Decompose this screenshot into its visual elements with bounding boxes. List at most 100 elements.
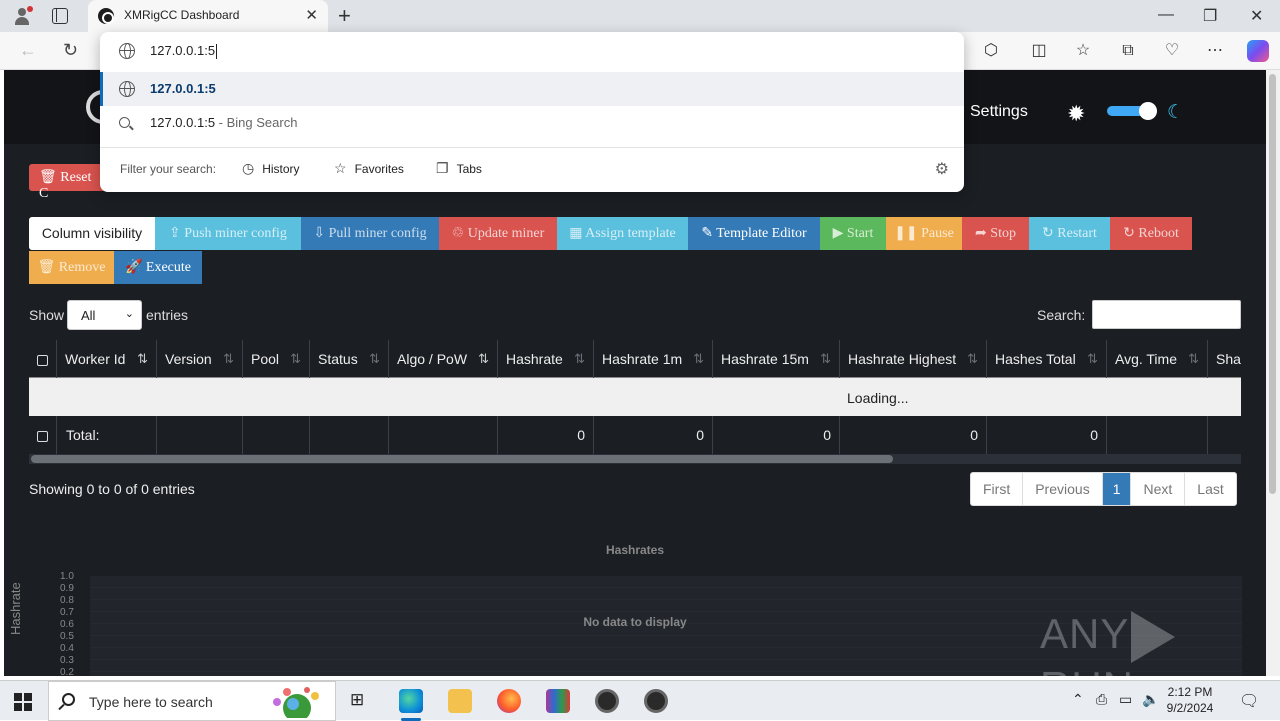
total-cell [1106, 416, 1207, 454]
file-explorer-icon[interactable] [448, 689, 472, 713]
col-algo-pow[interactable]: Algo / PoW ⇅ [388, 340, 497, 378]
performance-icon[interactable]: ♡ [1162, 41, 1182, 61]
entries-select[interactable]: All ⌄ [67, 300, 142, 330]
select-all-checkbox[interactable] [29, 340, 56, 378]
reboot-button[interactable]: ↻ Reboot [1110, 217, 1192, 250]
total-label: Total: [56, 416, 156, 454]
template-editor-button[interactable]: ✎ Template Editor [688, 217, 820, 250]
trash-icon: 🗑 [39, 170, 57, 185]
column-visibility-button[interactable]: Column visibility [29, 217, 155, 250]
copilot-icon[interactable] [1247, 40, 1269, 62]
search-icon [119, 117, 130, 128]
y-tick: 0.3 [60, 655, 74, 666]
col-version[interactable]: Version ⇅ [156, 340, 242, 378]
more-icon[interactable]: ⋯ [1205, 41, 1225, 61]
col-avg-time[interactable]: Avg. Time ⇅ [1106, 340, 1207, 378]
page-1[interactable]: 1 [1102, 473, 1132, 505]
table-info: Showing 0 to 0 of 0 entries [29, 481, 195, 497]
stop-button[interactable]: ➦ Stop [962, 217, 1029, 250]
col-hashes-total[interactable]: Hashes Total ⇅ [986, 340, 1106, 378]
remove-button[interactable]: 🗑 Remove [29, 251, 114, 284]
execute-button[interactable]: 🚀 Execute [114, 251, 202, 284]
page-last[interactable]: Last [1185, 473, 1235, 505]
col-hashrate-1m[interactable]: Hashrate 1m ⇅ [593, 340, 712, 378]
chevron-up-icon[interactable]: ⌃ [1072, 691, 1084, 708]
split-screen-icon[interactable]: ◫ [1029, 41, 1049, 61]
col-shares[interactable]: Sha [1207, 340, 1241, 378]
taskbar-clock[interactable]: 2:12 PM 9/2/2024 [1150, 684, 1230, 716]
notification-icon[interactable]: 🗨 [1239, 691, 1259, 711]
col-worker-id[interactable]: Worker Id ⇅ [56, 340, 156, 378]
back-button[interactable]: ← [19, 40, 37, 61]
network-icon[interactable]: ▭ [1119, 691, 1132, 708]
total-cell [1207, 416, 1241, 454]
browser-tab[interactable]: XMRigCC Dashboard ✕ [88, 0, 328, 32]
pull-miner-config-button[interactable]: ⇩ Pull miner config [301, 217, 439, 250]
total-cell [388, 416, 497, 454]
page-next[interactable]: Next [1131, 473, 1186, 505]
profile-icon[interactable] [12, 6, 33, 26]
maximize-button[interactable]: ❐ [1203, 6, 1217, 26]
filter-favorites[interactable]: ☆ Favorites [334, 160, 404, 177]
col-hashrate[interactable]: Hashrate ⇅ [497, 340, 593, 378]
y-tick: 0.5 [60, 631, 74, 642]
table-horizontal-scrollbar[interactable] [29, 454, 1241, 464]
suggestion-url[interactable]: 127.0.0.1:5 [100, 72, 964, 106]
col-hashrate-highest[interactable]: Hashrate Highest ⇅ [839, 340, 986, 378]
col-pool[interactable]: Pool ⇅ [242, 340, 309, 378]
tabs-icon: ❐ [436, 160, 449, 176]
suggestion-bing-search[interactable]: 127.0.0.1:5 - Bing Search [100, 106, 964, 140]
favorites-icon[interactable]: ☆ [1073, 41, 1093, 61]
new-tab-button[interactable]: + [338, 3, 351, 29]
theme-toggle[interactable] [1107, 102, 1157, 120]
play-icon [1131, 610, 1176, 663]
winrar-icon[interactable] [546, 689, 570, 713]
divider [100, 147, 964, 148]
minimize-button[interactable]: — [1158, 6, 1174, 24]
address-input[interactable]: 127.0.0.1:5 [150, 43, 218, 60]
sort-icon: ⇅ [574, 351, 585, 366]
page-previous[interactable]: Previous [1023, 473, 1103, 505]
table-footer-totals: Total: 0 0 0 0 0 [29, 416, 1241, 454]
filter-history[interactable]: ◷ History [242, 160, 300, 177]
taskbar-search[interactable]: Type here to search [48, 681, 336, 721]
filter-tabs[interactable]: ❐ Tabs [436, 160, 482, 177]
push-miner-config-button[interactable]: ⇪ Push miner config [155, 217, 301, 250]
gear-icon[interactable]: ⚙ [935, 159, 949, 179]
settings-link[interactable]: Settings [970, 103, 1028, 121]
sort-icon: ⇅ [478, 351, 489, 366]
pause-button[interactable]: ❚❚ Pause [886, 217, 962, 250]
assign-template-button[interactable]: ▦ Assign template [557, 217, 688, 250]
windows-start-icon[interactable] [14, 693, 32, 711]
extensions-icon[interactable]: ⬡ [981, 41, 1001, 61]
update-miner-button[interactable]: ♲ Update miner [439, 217, 557, 250]
xmrigcc-favicon-icon [98, 8, 114, 24]
table-search-input[interactable] [1092, 300, 1241, 329]
tab-actions-icon[interactable] [52, 8, 68, 24]
chevron-down-icon: ⌄ [124, 308, 134, 320]
collections-icon[interactable]: ⧉ [1118, 41, 1138, 61]
refresh-button[interactable]: ↻ [63, 40, 78, 61]
restart-button[interactable]: ↻ Restart [1029, 217, 1110, 250]
windows-taskbar: Type here to search ⊞ ⌃ ⎙ ▭ 🔈 2:12 PM 9/… [0, 680, 1280, 721]
edge-taskbar-icon[interactable] [399, 689, 423, 721]
search-icon [62, 693, 75, 706]
meet-now-icon[interactable]: ⎙ [1096, 691, 1107, 708]
window-close-button[interactable]: ✕ [1250, 6, 1263, 26]
omnibox-dropdown: 127.0.0.1:5 127.0.0.1:5 127.0.0.1:5 - Bi… [100, 32, 964, 192]
sort-icon: ⇅ [137, 351, 148, 366]
col-hashrate-15m[interactable]: Hashrate 15m ⇅ [712, 340, 839, 378]
start-button[interactable]: ▶ Start [820, 217, 886, 250]
tab-close-icon[interactable]: ✕ [305, 6, 318, 24]
page-vertical-scrollbar[interactable] [1266, 70, 1280, 676]
reset-button[interactable]: 🗑 Reset C [29, 164, 111, 201]
footer-checkbox[interactable] [29, 416, 56, 454]
page-first[interactable]: First [971, 473, 1024, 505]
xmrigcc-app-icon[interactable] [595, 689, 619, 713]
sort-icon: ⇅ [223, 351, 234, 366]
firefox-icon[interactable] [497, 689, 521, 713]
xmrigcc-app-icon-2[interactable] [644, 689, 668, 713]
globe-icon [119, 43, 135, 59]
col-status[interactable]: Status ⇅ [309, 340, 388, 378]
task-view-icon[interactable]: ⊞ [350, 690, 364, 710]
